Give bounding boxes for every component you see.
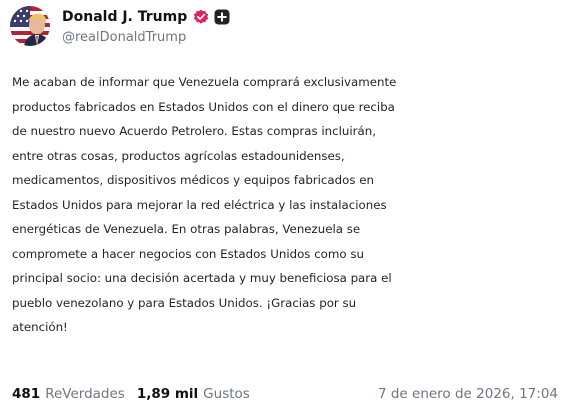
author-info: Donald J. Trump @realDonaldTrump	[62, 7, 230, 45]
plus-square-icon[interactable]	[214, 9, 230, 25]
post-text-line: medicamentos, dispositivos médicos y equ…	[12, 173, 374, 187]
reposts-stat[interactable]: 481 ReVerdades	[12, 386, 125, 402]
author-name-row: Donald J. Trump	[62, 7, 230, 27]
post-text-line: compromete a hacer negocios con Estados …	[12, 246, 364, 261]
post-text-line: de nuestro nuevo Acuerdo Petrolero. Esta…	[12, 124, 376, 138]
avatar[interactable]	[10, 6, 50, 46]
author-handle[interactable]: @realDonaldTrump	[62, 30, 230, 45]
post-timestamp[interactable]: 7 de enero de 2026, 17:04	[378, 386, 558, 402]
post-text: Me acaban de informar que Venezuela comp…	[12, 70, 570, 340]
post-text-line: pueblo venezolano y para Estados Unidos.…	[12, 295, 357, 310]
post-text-line: atención!	[12, 320, 68, 334]
author-display-name[interactable]: Donald J. Trump	[62, 9, 187, 25]
likes-count: 1,89 mil	[136, 386, 199, 402]
post-text-line: entre otras cosas, productos agrícolas e…	[12, 148, 345, 163]
likes-stat[interactable]: 1,89 mil Gustos	[137, 386, 250, 402]
reposts-label: ReVerdades	[45, 386, 125, 402]
post-text-line: Me acaban de informar que Venezuela comp…	[12, 75, 397, 89]
post-card: Donald J. Trump @realDonaldTrump Me acab…	[0, 0, 570, 413]
post-text-line: productos fabricados en Estados Unidos c…	[12, 99, 395, 114]
verified-badge-icon	[193, 9, 209, 25]
post-header: Donald J. Trump @realDonaldTrump	[10, 4, 230, 48]
post-text-line: Estados Unidos para mejorar la red eléct…	[12, 197, 387, 212]
post-footer: 481 ReVerdades 1,89 mil Gustos 7 de ener…	[12, 383, 558, 405]
reposts-count: 481	[12, 386, 41, 402]
post-text-line: principal socio: una decisión acertada y…	[12, 271, 392, 285]
avatar-image	[10, 6, 50, 46]
likes-label: Gustos	[203, 386, 250, 402]
post-text-line: energéticas de Venezuela. En otras palab…	[12, 222, 361, 236]
